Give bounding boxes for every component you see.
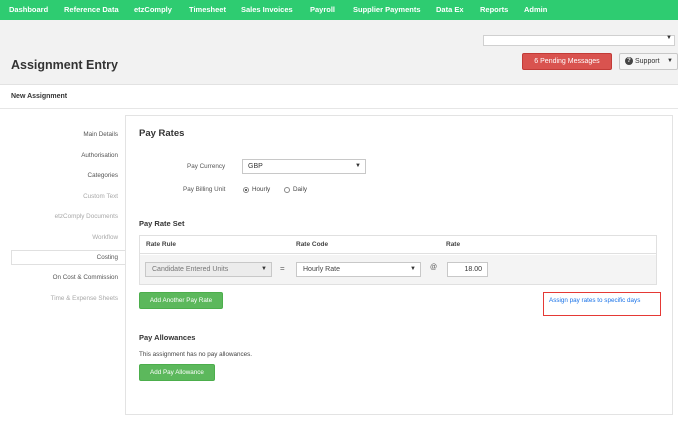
rate-rule-value: Candidate Entered Units: [152, 266, 229, 273]
nav-dashboard[interactable]: Dashboard: [9, 0, 48, 20]
context-select[interactable]: ▼: [483, 35, 675, 46]
pending-messages-button[interactable]: 6 Pending Messages: [522, 53, 612, 70]
column-rate-rule: Rate Rule: [146, 241, 176, 248]
radio-daily[interactable]: [284, 187, 290, 193]
section-title: New Assignment: [11, 93, 68, 100]
caret-down-icon: ▼: [667, 58, 673, 64]
nav-etzcomply[interactable]: etzComply: [134, 0, 172, 20]
sidebar-item-categories[interactable]: Categories: [88, 172, 118, 179]
nav-payroll[interactable]: Payroll: [310, 0, 335, 20]
radio-daily-label: Daily: [293, 186, 307, 193]
sidebar-item-time-expense-sheets[interactable]: Time & Expense Sheets: [51, 295, 118, 302]
radio-hourly[interactable]: [243, 187, 249, 193]
rate-input[interactable]: 18.00: [447, 262, 488, 277]
support-button[interactable]: ? Support ▼: [619, 53, 678, 70]
highlight-box: [543, 292, 661, 316]
pay-currency-select[interactable]: GBP ▼: [242, 159, 366, 174]
nav-reports[interactable]: Reports: [480, 0, 508, 20]
nav-supplier-payments[interactable]: Supplier Payments: [353, 0, 421, 20]
chevron-down-icon: ▼: [355, 163, 361, 169]
nav-timesheet[interactable]: Timesheet: [189, 0, 226, 20]
page-title: Assignment Entry: [11, 58, 118, 72]
nav-reference-data[interactable]: Reference Data: [64, 0, 119, 20]
sidebar-item-custom-text[interactable]: Custom Text: [83, 193, 118, 200]
pay-currency-value: GBP: [248, 163, 263, 170]
column-rate: Rate: [446, 241, 461, 248]
sidebar-item-workflow[interactable]: Workflow: [92, 234, 118, 241]
chevron-down-icon: ▼: [261, 266, 267, 272]
pay-billing-unit-label: Pay Billing Unit: [183, 186, 226, 193]
help-icon: ?: [625, 57, 633, 65]
chevron-down-icon: ▼: [410, 266, 416, 272]
nav-admin[interactable]: Admin: [524, 0, 547, 20]
at-sign: @: [430, 264, 438, 271]
sidebar-item-on-cost-commission[interactable]: On Cost & Commission: [53, 274, 118, 281]
column-rate-code: Rate Code: [296, 241, 329, 248]
no-allowances-note: This assignment has no pay allowances.: [139, 351, 253, 358]
add-pay-allowance-button[interactable]: Add Pay Allowance: [139, 364, 215, 381]
rate-code-select[interactable]: Hourly Rate ▼: [296, 262, 421, 277]
equals-sign: =: [280, 264, 285, 273]
pay-rate-set-heading: Pay Rate Set: [139, 219, 185, 228]
top-navigation: Dashboard Reference Data etzComply Times…: [0, 0, 678, 20]
sidebar-item-etzcomply-documents[interactable]: etzComply Documents: [55, 213, 118, 220]
assign-pay-rates-link[interactable]: Assign pay rates to specific days: [549, 297, 640, 304]
support-label: Support: [635, 58, 660, 65]
rate-table-header: [139, 235, 657, 254]
pay-allowances-heading: Pay Allowances: [139, 333, 196, 342]
radio-hourly-label: Hourly: [252, 186, 271, 193]
chevron-down-icon: ▼: [666, 35, 672, 41]
sidebar-item-authorisation[interactable]: Authorisation: [81, 152, 118, 159]
divider: [0, 108, 678, 109]
nav-sales-invoices[interactable]: Sales Invoices: [241, 0, 293, 20]
add-another-pay-rate-button[interactable]: Add Another Pay Rate: [139, 292, 223, 309]
sidebar-item-costing[interactable]: Costing: [97, 254, 118, 261]
pay-rates-heading: Pay Rates: [139, 128, 185, 139]
rate-code-value: Hourly Rate: [303, 266, 340, 273]
sidebar-item-main-details[interactable]: Main Details: [83, 131, 118, 138]
rate-rule-select[interactable]: Candidate Entered Units ▼: [145, 262, 272, 277]
nav-data-ex[interactable]: Data Ex: [436, 0, 464, 20]
pay-currency-label: Pay Currency: [187, 163, 226, 170]
